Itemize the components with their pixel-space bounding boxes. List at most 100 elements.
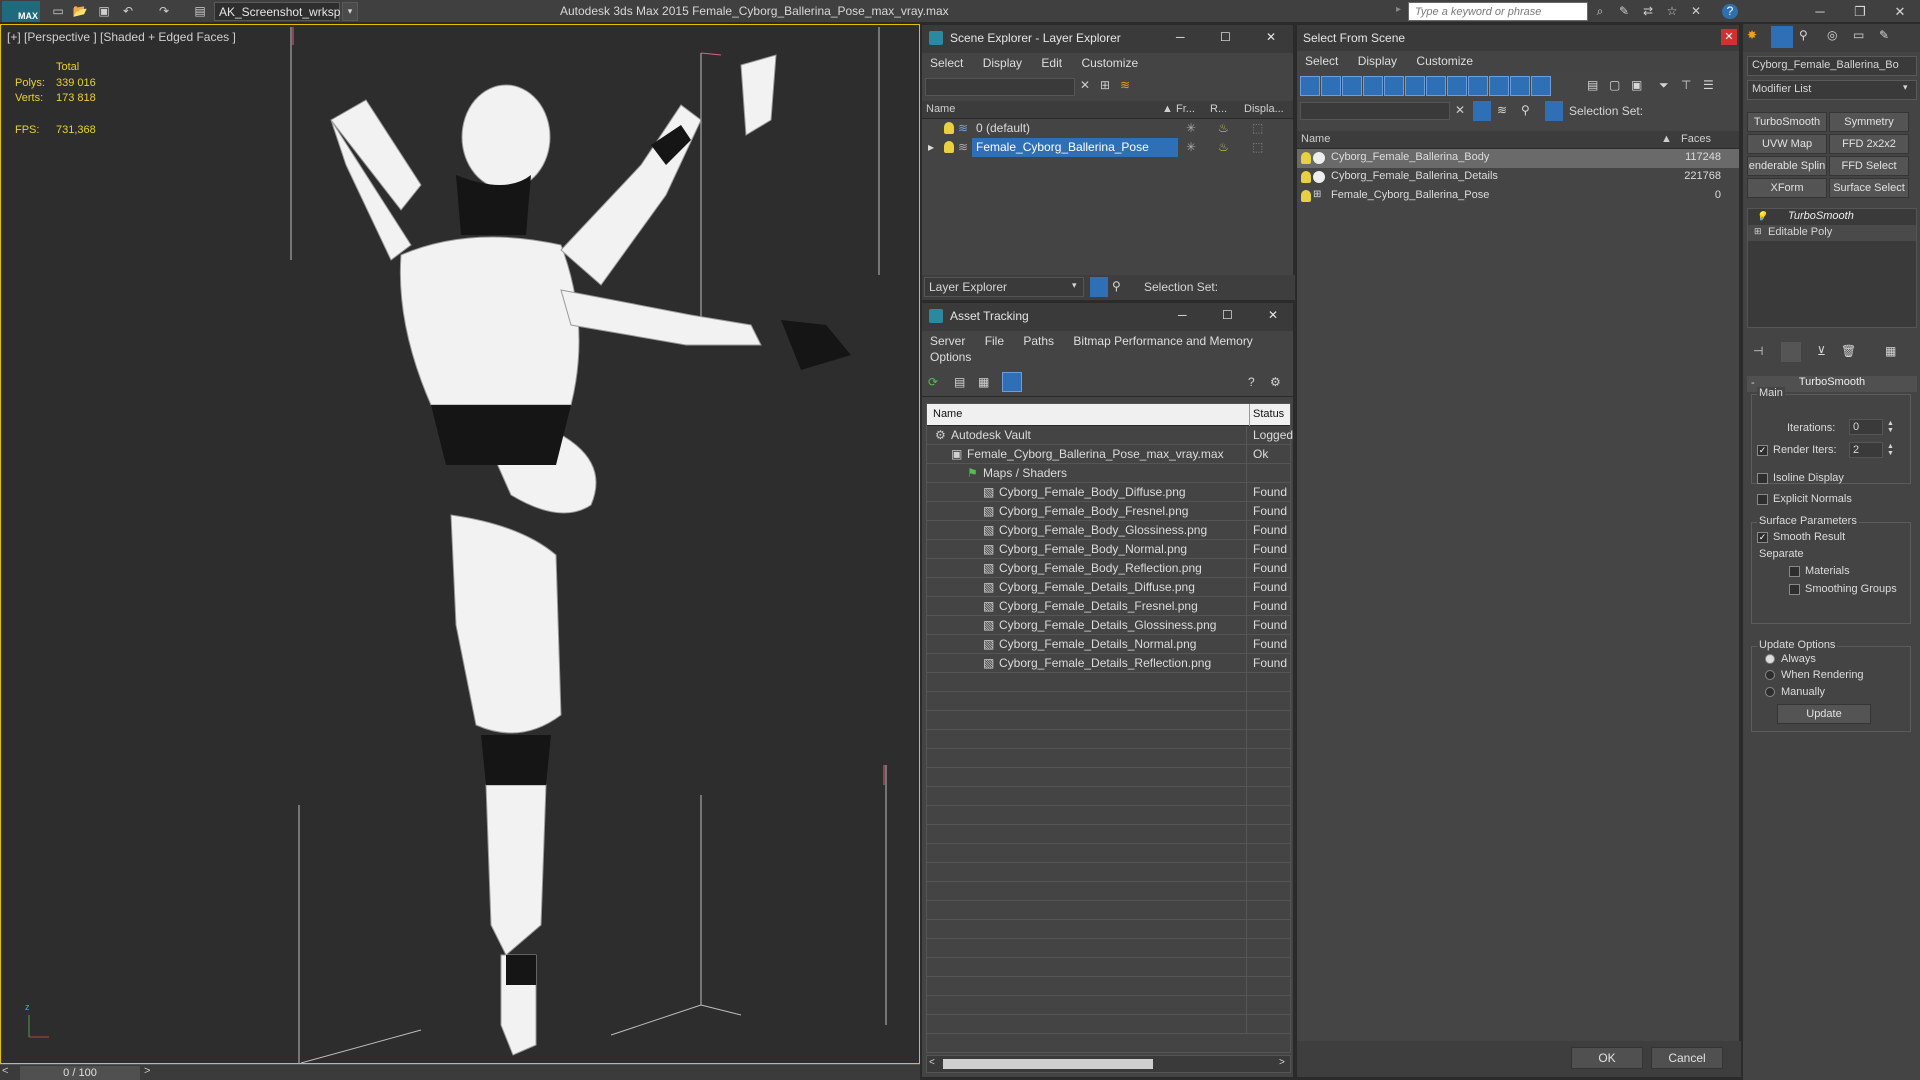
col-freeze[interactable]: Fr... [1176,103,1195,115]
scroll-left-icon[interactable]: < [929,1057,935,1068]
col-name[interactable]: Name [926,103,955,115]
cancel-button[interactable]: Cancel [1651,1047,1723,1069]
tree-view-icon[interactable] [1545,101,1563,121]
workspace-menu-icon[interactable]: ▾ [342,2,358,21]
render-icon[interactable]: ♨ [1218,140,1229,154]
redo-icon[interactable]: ↷ [156,4,172,19]
groups-filter-icon[interactable] [1426,76,1446,96]
menu-edit[interactable]: Edit [1041,56,1062,70]
isoline-checkbox[interactable] [1757,472,1773,484]
list-view-icon[interactable]: ▤ [954,375,965,389]
maximize-icon[interactable]: ☐ [1220,30,1231,44]
smoothing-groups-checkbox[interactable] [1789,583,1805,595]
pin-stack-icon[interactable]: ⊣ [1753,344,1763,358]
hierarchy-icon[interactable]: ⚲ [1112,279,1121,293]
horizontal-scrollbar[interactable]: < > [926,1055,1291,1073]
menu-customize[interactable]: Customize [1081,56,1138,70]
layer-row[interactable]: ▸ ≋ Female_Cyborg_Ballerina_Pose ✳ ♨ ⬚ [922,138,1293,157]
favorites-icon[interactable]: ☆ [1664,4,1680,19]
motion-tab-icon[interactable]: ◎ [1827,28,1837,42]
layers-icon[interactable]: ≋ [1497,103,1507,117]
collapse-icon[interactable]: - [1751,377,1755,389]
scroll-thumb[interactable] [943,1059,1153,1069]
smooth-result-checkbox[interactable]: ✓ [1757,531,1773,543]
asset-tracking-titlebar[interactable]: Asset Tracking ─ ☐ ✕ [922,303,1293,331]
menu-customize[interactable]: Customize [1416,54,1473,68]
renderable-spline-button[interactable]: enderable Splin [1747,156,1827,176]
expand-icon[interactable]: ⊞ [1754,226,1762,237]
next-frame-icon[interactable]: > [144,1065,150,1077]
ffd-button[interactable]: FFD 2x2x2 [1829,134,1909,154]
display-icon[interactable]: ⬚ [1252,121,1263,135]
stack-item[interactable]: ⊞ Editable Poly [1748,225,1916,241]
shapes-filter-icon[interactable] [1321,76,1341,96]
minimize-icon[interactable]: ─ [1178,308,1187,322]
minimize-icon[interactable]: ─ [1176,30,1185,44]
time-slider-bar[interactable]: < 0 / 100 > [0,1064,920,1080]
object-name-field[interactable]: Cyborg_Female_Ballerina_Bo [1747,56,1917,76]
manually-radio[interactable] [1765,686,1780,698]
menu-bitmap-performance[interactable]: Bitmap Performance and Memory [1073,334,1252,348]
restore-icon[interactable]: ❐ [1840,0,1880,23]
col-name[interactable]: Name [933,408,962,420]
spinner-arrows-icon[interactable]: ▲ ▼ [1887,420,1894,434]
help-icon[interactable]: ? [1248,375,1255,389]
hidden-filter-icon[interactable] [1531,76,1551,96]
ok-button[interactable]: OK [1571,1047,1643,1069]
menu-server[interactable]: Server [930,334,965,348]
show-end-result-icon[interactable] [1781,342,1801,362]
object-row[interactable]: Cyborg_Female_Ballerina_Details 221768 [1297,168,1739,187]
table-view-icon[interactable]: ▦ [978,375,989,389]
make-unique-icon[interactable]: ⊻ [1817,344,1826,358]
project-folder-icon[interactable]: ▤ [192,4,208,19]
filter-icon[interactable]: ⊞ [1100,78,1110,92]
create-tab-icon[interactable]: ✸ [1747,28,1757,42]
asset-row[interactable]: ▧ Cyborg_Female_Body_Normal.png Found [927,540,1290,559]
close-search-icon[interactable]: ✕ [1688,4,1704,19]
always-radio[interactable] [1765,653,1780,665]
render-iters-spinner[interactable]: 2 [1849,442,1883,458]
explicit-normals-checkbox[interactable] [1757,493,1773,505]
search-input[interactable]: Type a keyword or phrase [1408,2,1588,21]
name-search-input[interactable] [1300,102,1450,120]
perspective-viewport[interactable]: [+] [Perspective ] [Shaded + Edged Faces… [0,24,920,1064]
select-from-scene-titlebar[interactable]: Select From Scene ✕ [1297,25,1739,51]
render-iters-checkbox[interactable]: ✓ [1757,444,1773,456]
close-icon[interactable]: ✕ [1880,0,1920,23]
layer-add-icon[interactable]: ≋ [1120,78,1130,92]
asset-row[interactable]: ⚙ Autodesk Vault Logged [927,426,1293,445]
hierarchy-tab-icon[interactable]: ⚲ [1799,28,1808,42]
materials-checkbox[interactable] [1789,565,1805,577]
lights-filter-icon[interactable] [1342,76,1362,96]
select-none-icon[interactable]: ▢ [1609,78,1620,92]
menu-paths[interactable]: Paths [1023,334,1054,348]
col-display[interactable]: Displa... [1244,103,1284,115]
asset-row[interactable]: ⚑ Maps / Shaders [927,464,1290,483]
bones-filter-icon[interactable] [1468,76,1488,96]
hierarchy-filter-icon[interactable]: ⊤ [1681,78,1691,92]
modifier-list-dropdown[interactable]: Modifier List [1747,80,1917,100]
tools-icon[interactable]: ✎ [1616,4,1632,19]
menu-options[interactable]: Options [930,350,971,364]
menu-display[interactable]: Display [983,56,1022,70]
asset-row[interactable]: ▣ Female_Cyborg_Ballerina_Pose_max_vray.m… [927,445,1290,464]
grid-view-icon[interactable] [1002,372,1022,392]
col-faces[interactable]: Faces [1681,133,1711,145]
col-render[interactable]: R... [1210,103,1227,115]
help-icon[interactable]: ? [1722,4,1738,19]
filter-icon[interactable]: ⏷ [1659,78,1669,93]
update-button[interactable]: Update [1777,704,1871,724]
exchange-icon[interactable]: ⇄ [1640,4,1656,19]
minimize-icon[interactable]: ─ [1800,0,1840,23]
close-icon[interactable]: ✕ [1721,29,1737,45]
display-tab-icon[interactable]: ▭ [1853,28,1864,42]
turbosmooth-button[interactable]: TurboSmooth [1747,112,1827,132]
col-status[interactable]: Status [1253,408,1284,420]
bulb-icon[interactable] [1301,152,1311,164]
symmetry-button[interactable]: Symmetry [1829,112,1909,132]
menu-select[interactable]: Select [1305,54,1338,68]
cameras-filter-icon[interactable] [1363,76,1383,96]
object-row[interactable]: ⊞ Female_Cyborg_Ballerina_Pose 0 [1297,187,1739,206]
containers-filter-icon[interactable] [1489,76,1509,96]
warps-filter-icon[interactable] [1405,76,1425,96]
